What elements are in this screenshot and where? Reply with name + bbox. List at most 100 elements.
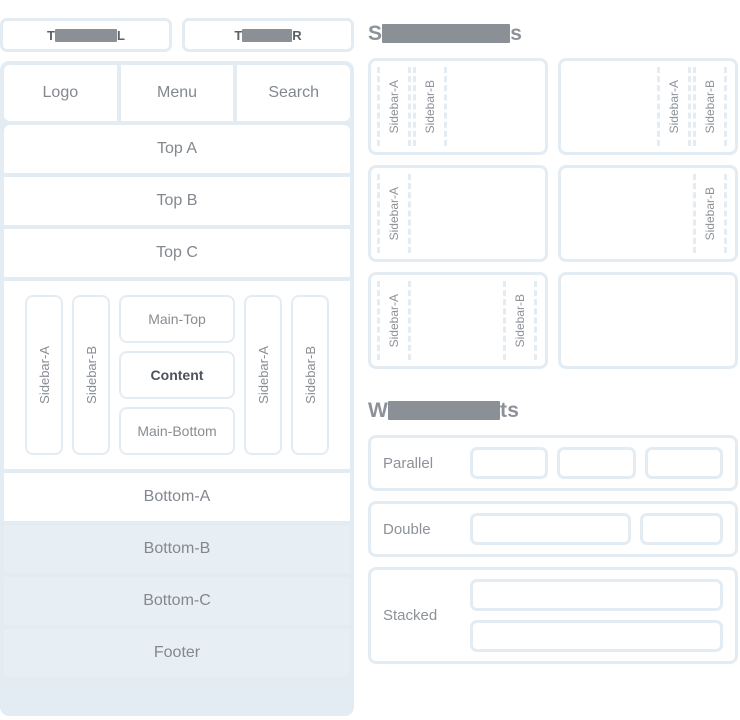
band-bottom-c-label: Bottom-C <box>143 592 211 609</box>
sidebar-rail-label: Sidebar-B <box>703 79 717 134</box>
band-footer-label: Footer <box>153 644 201 661</box>
shell-body-region: Sidebar-A Sidebar-B Main-Top Content Mai… <box>4 281 350 469</box>
rail-right-sidebar-a[interactable]: Sidebar-A <box>244 295 282 455</box>
sidebar-layouts-title: Ss <box>368 22 740 46</box>
widget-box[interactable] <box>557 447 636 479</box>
sidebar-rail-label: Sidebar-B <box>513 293 527 348</box>
left-column: TL TR Logo Menu Search Top A Top B Top C… <box>0 0 360 720</box>
tab-right[interactable]: TR <box>182 18 354 52</box>
band-bottom-a[interactable]: Bottom-A <box>4 473 350 521</box>
sidebar-rail[interactable]: Sidebar-B <box>693 67 727 146</box>
widget-box[interactable] <box>470 579 723 611</box>
sidebar-layout-cell[interactable]: Sidebar-B <box>558 165 738 262</box>
sidebar-layouts-grid: Sidebar-A Sidebar-B Sidebar-A Sidebar-B … <box>368 58 740 369</box>
sidebar-rail[interactable]: Sidebar-A <box>377 174 411 253</box>
sidebar-group-right: Sidebar-B <box>693 174 729 253</box>
widget-layouts-list: Parallel Double Stacked <box>368 435 740 664</box>
sidebar-group-right: Sidebar-A Sidebar-B <box>657 67 729 146</box>
tab-right-prefix: T <box>234 27 243 43</box>
rail-left-sidebar-b-label: Sidebar-B <box>83 346 99 404</box>
sidebar-layout-cell[interactable]: Sidebar-A Sidebar-B <box>368 272 548 369</box>
sidebar-layout-cell[interactable]: Sidebar-A Sidebar-B <box>558 58 738 155</box>
tab-left-suffix: L <box>117 27 125 43</box>
rail-left-sidebar-b[interactable]: Sidebar-B <box>72 295 110 455</box>
rail-right-sidebar-b-label: Sidebar-B <box>302 346 318 404</box>
sidebar-group-left: Sidebar-A <box>377 281 413 360</box>
header-search-label: Search <box>268 84 320 101</box>
widget-layouts-title-suffix: ts <box>500 399 520 422</box>
rail-right-sidebar-b[interactable]: Sidebar-B <box>291 295 329 455</box>
widget-row-double-area <box>470 513 723 545</box>
sidebar-rail-label: Sidebar-A <box>387 186 401 241</box>
sidebar-group-left: Sidebar-A Sidebar-B <box>377 67 449 146</box>
sidebar-rail-label: Sidebar-B <box>703 186 717 241</box>
tab-strip: TL TR <box>0 0 360 52</box>
widget-box[interactable] <box>644 447 723 479</box>
header-logo-label: Logo <box>42 84 79 101</box>
band-top-a-label: Top A <box>156 140 198 157</box>
sidebar-layout-cell[interactable]: Sidebar-A Sidebar-B <box>368 58 548 155</box>
band-top-b-label: Top B <box>156 192 198 209</box>
header-cell-search[interactable]: Search <box>237 65 351 121</box>
band-bottom-a-label: Bottom-A <box>143 488 211 505</box>
main-stack: Main-Top Content Main-Bottom <box>119 295 235 455</box>
widget-box[interactable] <box>470 620 723 652</box>
sidebar-rail-label: Sidebar-B <box>423 79 437 134</box>
main-bottom-box[interactable]: Main-Bottom <box>119 407 235 455</box>
sidebar-rail[interactable]: Sidebar-B <box>693 174 727 253</box>
sidebar-rail[interactable]: Sidebar-A <box>377 67 411 146</box>
widget-row-stacked-label: Stacked <box>383 607 438 624</box>
sidebar-rail-label: Sidebar-A <box>667 79 681 134</box>
main-bottom-label: Main-Bottom <box>137 423 217 439</box>
sidebar-rail-label: Sidebar-A <box>387 293 401 348</box>
sidebar-group-left: Sidebar-A <box>377 174 413 253</box>
header-menu-label: Menu <box>156 84 198 101</box>
widget-box[interactable] <box>470 513 631 545</box>
tab-right-redaction <box>242 28 293 42</box>
tab-right-suffix: R <box>292 27 302 43</box>
rail-right-sidebar-a-label: Sidebar-A <box>255 346 271 404</box>
tab-left[interactable]: TL <box>0 18 172 52</box>
widget-box[interactable] <box>470 447 549 479</box>
widget-row-double[interactable]: Double <box>368 501 738 557</box>
sidebar-layout-cell[interactable]: Sidebar-A <box>368 165 548 262</box>
widget-layouts-title-redaction <box>388 401 501 420</box>
sidebar-rail[interactable]: Sidebar-A <box>657 67 691 146</box>
band-top-a[interactable]: Top A <box>4 125 350 173</box>
main-content-label: Content <box>150 367 204 383</box>
band-top-c-label: Top C <box>156 244 198 261</box>
widget-box[interactable] <box>639 513 723 545</box>
widget-row-stacked-area <box>470 579 723 652</box>
band-top-b[interactable]: Top B <box>4 177 350 225</box>
sidebar-layouts-title-suffix: s <box>510 22 523 45</box>
main-top-label: Main-Top <box>148 311 206 327</box>
widget-row-parallel-area <box>470 447 723 479</box>
main-content-box[interactable]: Content <box>119 351 235 399</box>
widget-layouts-title-prefix: W <box>368 399 389 422</box>
tab-left-redaction <box>55 28 117 42</box>
sidebar-rail[interactable]: Sidebar-A <box>377 281 411 360</box>
sidebar-layout-cell-empty[interactable] <box>558 272 738 369</box>
rail-left-sidebar-a-label: Sidebar-A <box>36 346 52 404</box>
sidebar-rail[interactable]: Sidebar-B <box>413 67 447 146</box>
band-bottom-b-label: Bottom-B <box>143 540 211 557</box>
sidebar-group-right: Sidebar-B <box>503 281 539 360</box>
band-footer[interactable]: Footer <box>4 629 350 677</box>
main-top-box[interactable]: Main-Top <box>119 295 235 343</box>
sidebar-layouts-title-redaction <box>382 24 511 43</box>
band-top-c[interactable]: Top C <box>4 229 350 277</box>
layout-shell: Logo Menu Search Top A Top B Top C Sideb… <box>0 61 354 716</box>
sidebar-rail[interactable]: Sidebar-B <box>503 281 537 360</box>
header-cell-menu[interactable]: Menu <box>120 65 234 121</box>
tab-left-prefix: T <box>47 27 55 43</box>
header-cell-logo[interactable]: Logo <box>4 65 117 121</box>
widget-row-double-label: Double <box>383 520 431 538</box>
widget-row-stacked[interactable]: Stacked <box>368 567 738 664</box>
sidebar-rail-label: Sidebar-A <box>387 79 401 134</box>
rail-left-sidebar-a[interactable]: Sidebar-A <box>25 295 63 455</box>
band-bottom-b[interactable]: Bottom-B <box>4 525 350 573</box>
band-bottom-c[interactable]: Bottom-C <box>4 577 350 625</box>
sidebar-layouts-title-prefix: S <box>368 22 383 45</box>
widget-row-parallel[interactable]: Parallel <box>368 435 738 491</box>
widget-layouts-title: Wts <box>368 399 740 423</box>
